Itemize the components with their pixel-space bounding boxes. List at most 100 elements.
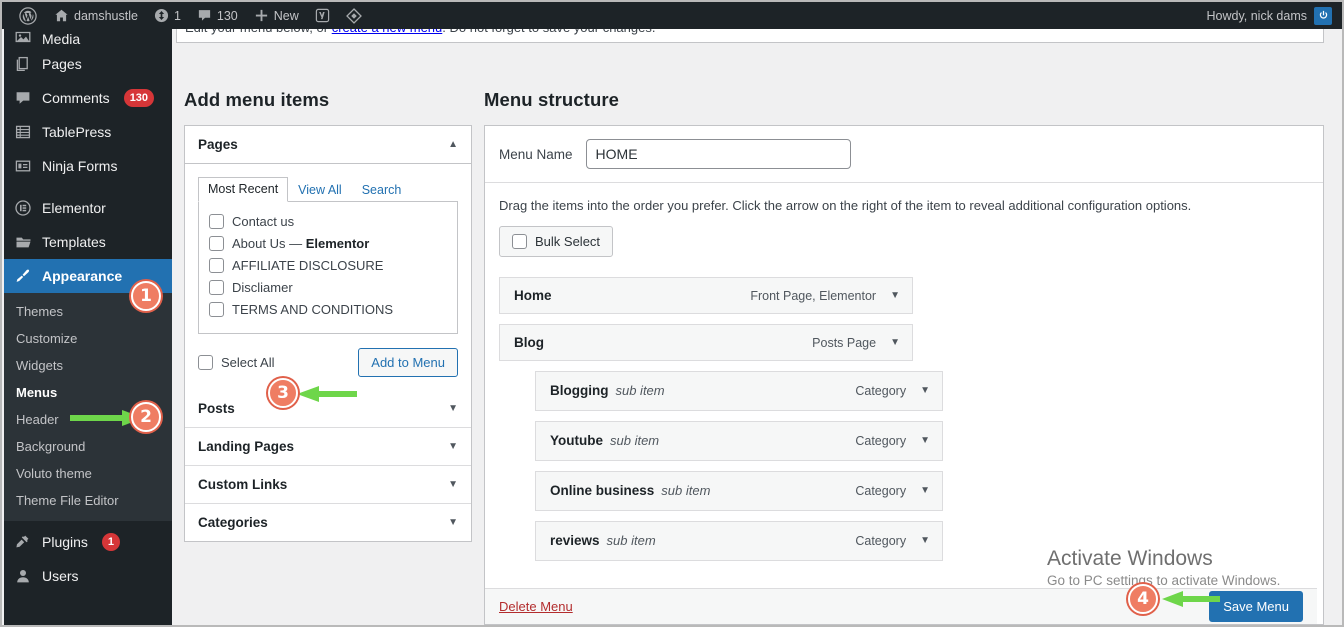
bulk-select-label: Bulk Select (535, 234, 601, 249)
chevron-down-icon[interactable]: ▼ (448, 441, 458, 452)
sidebar-subitem-customize[interactable]: Customize (4, 325, 172, 352)
menu-item-type: Front Page, Elementor (750, 288, 877, 303)
comments-count-badge: 130 (123, 89, 155, 107)
page-checkbox-row[interactable]: Discliamer (209, 277, 447, 298)
sidebar-item-label: Pages (42, 56, 82, 72)
tab-most-recent[interactable]: Most Recent (198, 177, 289, 202)
site-name-button[interactable]: damshustle (46, 2, 146, 29)
checkbox-icon[interactable] (209, 258, 224, 273)
wordpress-logo-icon (19, 6, 37, 25)
menu-item-row[interactable]: reviews sub item Category ▼ (535, 521, 943, 561)
chevron-down-icon[interactable]: ▼ (448, 403, 458, 414)
sidebar-subitem-background[interactable]: Background (4, 433, 172, 460)
page-checkbox-row[interactable]: Contact us (209, 211, 447, 232)
menu-item-row[interactable]: Blogging sub item Category ▼ (535, 371, 943, 411)
tab-search[interactable]: Search (352, 178, 412, 202)
checkbox-icon[interactable] (209, 280, 224, 295)
checkbox-icon[interactable] (209, 302, 224, 317)
sidebar-item-users[interactable]: Users (4, 559, 172, 593)
extra-plugin-button[interactable] (338, 2, 370, 29)
add-to-menu-button[interactable]: Add to Menu (358, 348, 458, 377)
sidebar-item-elementor[interactable]: Elementor (4, 191, 172, 225)
menu-edit-notice-text: Edit your menu below, or create a new me… (185, 29, 655, 35)
save-menu-button[interactable]: Save Menu (1209, 591, 1303, 622)
sidebar-subitem-voluto-theme[interactable]: Voluto theme (4, 460, 172, 487)
page-label: AFFILIATE DISCLOSURE (232, 258, 384, 273)
annotation-badge-4: 4 (1128, 584, 1158, 614)
wordpress-logo-button[interactable] (10, 2, 46, 29)
plugins-count-badge: 1 (101, 533, 121, 551)
landing-pages-panel-header[interactable]: Landing Pages ▼ (185, 428, 471, 466)
sidebar-subitem-theme-file-editor[interactable]: Theme File Editor (4, 487, 172, 514)
checkbox-icon[interactable] (198, 355, 213, 370)
diamond-icon (345, 7, 362, 24)
yoast-seo-icon (315, 8, 330, 23)
sidebar-separator (4, 183, 172, 191)
tablepress-icon (13, 122, 33, 142)
menu-item-row[interactable]: Blog Posts Page ▼ (499, 324, 913, 361)
page-label: Discliamer (232, 280, 293, 295)
chevron-up-icon[interactable]: ▲ (448, 139, 458, 150)
delete-menu-link[interactable]: Delete Menu (499, 599, 573, 614)
menu-item-row[interactable]: Home Front Page, Elementor ▼ (499, 277, 913, 314)
pages-panel-body: Most Recent View All Search Contact us A… (185, 164, 471, 390)
sidebar-item-label: Comments (42, 90, 110, 106)
sidebar-item-templates[interactable]: Templates (4, 225, 172, 259)
bulk-select-toggle[interactable]: Bulk Select (499, 226, 614, 257)
pages-panel-header[interactable]: Pages ▲ (185, 126, 471, 164)
yoast-seo-button[interactable] (307, 2, 338, 29)
page-checkbox-row[interactable]: TERMS AND CONDITIONS (209, 299, 447, 320)
create-new-menu-link[interactable]: create a new menu (332, 29, 443, 35)
sidebar-item-comments[interactable]: Comments 130 (4, 81, 172, 115)
sidebar-item-label: Users (42, 568, 79, 584)
pages-icon (13, 54, 33, 74)
categories-panel-header[interactable]: Categories ▼ (185, 504, 471, 541)
comments-icon (13, 88, 33, 108)
chevron-down-icon[interactable]: ▼ (448, 479, 458, 490)
templates-icon (13, 232, 33, 252)
checkbox-icon[interactable] (512, 234, 527, 249)
chevron-down-icon[interactable]: ▼ (890, 290, 900, 301)
menu-structure-body: Drag the items into the order you prefer… (485, 183, 1323, 561)
sidebar-subitem-widgets[interactable]: Widgets (4, 352, 172, 379)
wp-admin-sidebar: Media Pages Comments 130 TablePress Ninj… (4, 29, 172, 625)
comments-button[interactable]: 130 (189, 2, 246, 29)
power-icon[interactable] (1314, 6, 1332, 25)
updates-button[interactable]: 1 (146, 2, 189, 29)
new-content-button[interactable]: New (246, 2, 307, 29)
new-content-label: New (273, 8, 299, 23)
sidebar-item-plugins[interactable]: Plugins 1 (4, 525, 172, 559)
checkbox-icon[interactable] (209, 214, 224, 229)
account-area[interactable]: Howdy, nick dams (1207, 6, 1343, 25)
tab-view-all[interactable]: View All (288, 178, 352, 202)
notice-text-after: . Do not forget to save your changes. (442, 29, 655, 35)
pages-checkbox-list: Contact us About Us — Elementor AFFILIAT… (198, 201, 458, 334)
menu-name-input[interactable] (585, 139, 851, 169)
menu-item-title: Online business (550, 483, 655, 498)
menu-item-row[interactable]: Online business sub item Category ▼ (535, 471, 943, 511)
chevron-down-icon[interactable]: ▼ (890, 337, 900, 348)
sidebar-item-media[interactable]: Media (4, 29, 172, 47)
sidebar-item-label: Appearance (42, 268, 123, 284)
chevron-down-icon[interactable]: ▼ (448, 517, 458, 528)
menu-item-meta: Category ▼ (855, 434, 930, 448)
menu-items-list: Home Front Page, Elementor ▼ Blog Posts … (499, 277, 1309, 561)
comment-bubble-icon (197, 8, 212, 23)
page-checkbox-row[interactable]: AFFILIATE DISCLOSURE (209, 255, 447, 276)
checkbox-icon[interactable] (209, 236, 224, 251)
sidebar-item-ninja-forms[interactable]: Ninja Forms (4, 149, 172, 183)
menu-item-meta: Category ▼ (855, 534, 930, 548)
add-menu-items-accordion: Pages ▲ Most Recent View All Search Cont… (184, 125, 472, 542)
menu-item-row[interactable]: Youtube sub item Category ▼ (535, 421, 943, 461)
main-content: Edit your menu below, or create a new me… (172, 29, 1342, 625)
sidebar-item-label: Elementor (42, 200, 106, 216)
sidebar-item-pages[interactable]: Pages (4, 47, 172, 81)
page-checkbox-row[interactable]: About Us — Elementor (209, 233, 447, 254)
select-all-checkbox-row[interactable]: Select All (198, 355, 274, 370)
custom-links-panel-header[interactable]: Custom Links ▼ (185, 466, 471, 504)
sidebar-item-tablepress[interactable]: TablePress (4, 115, 172, 149)
chevron-down-icon[interactable]: ▼ (920, 386, 930, 396)
chevron-down-icon[interactable]: ▼ (920, 486, 930, 496)
chevron-down-icon[interactable]: ▼ (920, 436, 930, 446)
chevron-down-icon[interactable]: ▼ (920, 536, 930, 546)
